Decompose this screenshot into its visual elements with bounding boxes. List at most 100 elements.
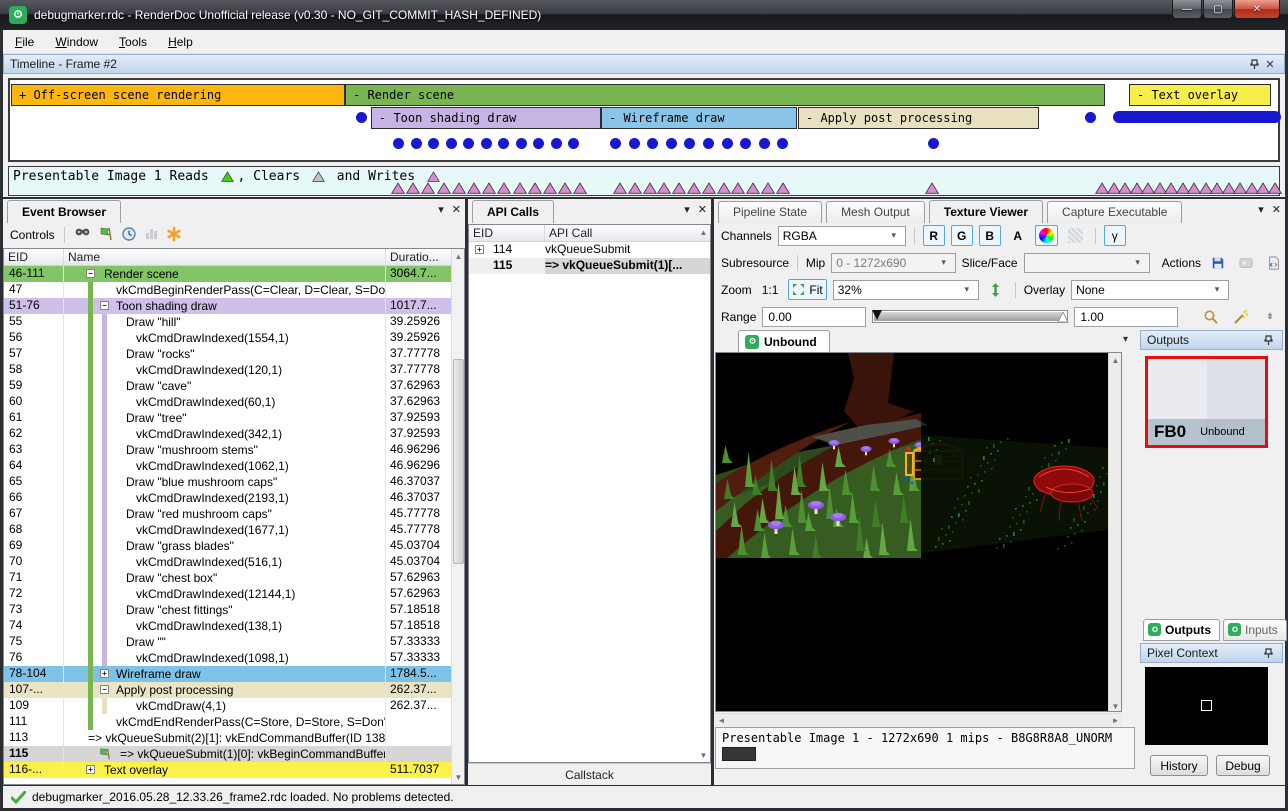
chevron-down-icon[interactable]: ▾: [684, 203, 690, 216]
event-row-69[interactable]: 69Draw "grass blades"45.03704: [4, 538, 451, 554]
api-calls-columns[interactable]: EID API Call: [469, 225, 710, 242]
event-row-70[interactable]: 70vkCmdDrawIndexed(516,1)45.03704: [4, 554, 451, 570]
time-clock-icon[interactable]: [121, 226, 137, 245]
event-row-107-...[interactable]: 107-...−Apply post processing262.37...: [4, 682, 451, 698]
menu-tools[interactable]: Tools: [110, 32, 156, 52]
event-row-65[interactable]: 65Draw "blue mushroom caps"46.37037: [4, 474, 451, 490]
timeline-marker[interactable]: - Apply post processing: [798, 107, 1039, 129]
timeline-marker[interactable]: - Render scene: [345, 84, 1105, 106]
checkerboard-button[interactable]: [1064, 225, 1087, 246]
channels-select[interactable]: RGBA▾: [778, 226, 906, 246]
expand-toggle[interactable]: +: [86, 765, 95, 774]
event-row-47[interactable]: 47vkCmdBeginRenderPass(C=Clear, D=Clear,…: [4, 282, 451, 298]
pin-icon[interactable]: [1246, 57, 1262, 71]
collapse-toggle[interactable]: −: [100, 685, 109, 694]
channel-a-button[interactable]: A: [1007, 225, 1029, 246]
slice-face-select[interactable]: ▾: [1024, 253, 1150, 273]
event-row-72[interactable]: 72vkCmdDrawIndexed(12144,1)57.62963: [4, 586, 451, 602]
maximize-button[interactable]: ▢: [1203, 0, 1233, 19]
api-call-row-114[interactable]: +114vkQueueSubmit: [469, 242, 710, 258]
chevron-down-icon[interactable]: ▾: [438, 203, 444, 216]
export-image-icon[interactable]: [1235, 252, 1257, 273]
find-icon[interactable]: [74, 226, 91, 244]
zoom-range-icon[interactable]: [1199, 306, 1223, 327]
event-row-60[interactable]: 60vkCmdDrawIndexed(60,1)37.62963: [4, 394, 451, 410]
event-row-63[interactable]: 63Draw "mushroom stems"46.96296: [4, 442, 451, 458]
tab-current-texture[interactable]: Unbound: [738, 330, 830, 352]
collapse-toggle[interactable]: −: [86, 269, 95, 278]
tab-capture-executable[interactable]: Capture Executable: [1047, 201, 1182, 223]
tab-inputs[interactable]: Inputs: [1223, 619, 1287, 641]
event-row-71[interactable]: 71Draw "chest box"57.62963: [4, 570, 451, 586]
gamma-button[interactable]: γ: [1104, 225, 1126, 246]
channel-b-button[interactable]: B: [979, 225, 1001, 246]
event-row-46-111[interactable]: 46-111−Render scene3064.7...: [4, 266, 451, 282]
timeline-marker[interactable]: + Off-screen scene rendering: [11, 84, 345, 106]
close-icon[interactable]: ✕: [698, 203, 707, 216]
minimize-button[interactable]: —: [1172, 0, 1202, 19]
api-call-row-115[interactable]: 115=> vkQueueSubmit(1)[...: [469, 258, 710, 274]
event-row-59[interactable]: 59Draw "cave"37.62963: [4, 378, 451, 394]
timeline-marker[interactable]: - Text overlay: [1129, 84, 1271, 106]
bookmark-flag-icon[interactable]: [98, 226, 114, 245]
title-bar[interactable]: debugmarker.rdc - RenderDoc Unofficial r…: [0, 0, 1288, 30]
event-row-74[interactable]: 74vkCmdDrawIndexed(138,1)57.18518: [4, 618, 451, 634]
tab-texture-viewer[interactable]: Texture Viewer: [929, 200, 1043, 223]
timeline-marker[interactable]: - Toon shading draw: [371, 107, 601, 129]
tab-api-calls[interactable]: API Calls: [472, 200, 554, 223]
event-row-64[interactable]: 64vkCmdDrawIndexed(1062,1)46.96296: [4, 458, 451, 474]
range-max-input[interactable]: 1.00: [1074, 307, 1178, 327]
texture-viewport[interactable]: ▲ ▼: [715, 352, 1122, 712]
event-row-56[interactable]: 56vkCmdDrawIndexed(1554,1)39.25926: [4, 330, 451, 346]
save-icon[interactable]: [1207, 252, 1229, 273]
event-browser-columns[interactable]: EID Name Duratio...: [4, 249, 464, 266]
tab-mesh-output[interactable]: Mesh Output: [826, 201, 925, 223]
event-row-57[interactable]: 57Draw "rocks"37.77778: [4, 346, 451, 362]
event-row-66[interactable]: 66vkCmdDrawIndexed(2193,1)46.37037: [4, 490, 451, 506]
tab-event-browser[interactable]: Event Browser: [7, 200, 121, 223]
zoom-fit-button[interactable]: Fit: [788, 279, 826, 300]
pin-icon[interactable]: [1260, 333, 1276, 347]
debug-button[interactable]: Debug: [1216, 755, 1270, 776]
viewport-hscrollbar[interactable]: ◄ ►: [715, 713, 1122, 726]
event-row-75[interactable]: 75Draw ""57.33333: [4, 634, 451, 650]
event-row-109[interactable]: 109vkCmdDraw(4,1)262.37...: [4, 698, 451, 714]
mip-select[interactable]: 0 - 1272x690▾: [831, 253, 955, 273]
event-row-55[interactable]: 55Draw "hill"39.25926: [4, 314, 451, 330]
timeline-marker[interactable]: - Wireframe draw: [601, 107, 797, 129]
collapse-toggle[interactable]: −: [100, 301, 109, 310]
timeline-canvas[interactable]: + Off-screen scene rendering- Render sce…: [8, 78, 1280, 162]
callstack-section[interactable]: Callstack: [468, 763, 711, 785]
close-icon[interactable]: ✕: [1262, 57, 1278, 71]
zoom-1-1-button[interactable]: 1:1: [758, 279, 783, 300]
star-icon[interactable]: [166, 226, 182, 245]
zoom-level-combo[interactable]: 32%▾: [833, 280, 979, 300]
pin-icon[interactable]: [1260, 646, 1276, 660]
fb0-thumbnail[interactable]: FB0 Unbound: [1145, 356, 1268, 448]
expand-toggle[interactable]: +: [100, 669, 109, 678]
api-calls-vscrollbar[interactable]: ▲ ▼: [697, 225, 710, 762]
channel-g-button[interactable]: G: [951, 225, 973, 246]
event-row-111[interactable]: 111vkCmdEndRenderPass(C=Store, D=Store, …: [4, 714, 451, 730]
chevron-down-icon[interactable]: ▾: [1258, 203, 1264, 216]
menu-help[interactable]: Help: [159, 32, 202, 52]
close-button[interactable]: ✕: [1234, 0, 1280, 19]
menu-window[interactable]: Window: [46, 32, 107, 52]
open-code-icon[interactable]: [1263, 252, 1285, 273]
close-icon[interactable]: ✕: [1272, 203, 1281, 216]
flip-y-icon[interactable]: [985, 279, 1007, 300]
event-browser-vscrollbar[interactable]: ▲ ▼: [451, 249, 464, 784]
event-row-61[interactable]: 61Draw "tree"37.92593: [4, 410, 451, 426]
pixel-context-view[interactable]: [1145, 667, 1268, 745]
event-row-51-76[interactable]: 51-76−Toon shading draw1017.7...: [4, 298, 451, 314]
range-detail-toggle[interactable]: ⇟: [1259, 306, 1281, 327]
range-min-input[interactable]: 0.00: [762, 307, 866, 327]
history-button[interactable]: History: [1150, 755, 1208, 776]
close-icon[interactable]: ✕: [452, 203, 461, 216]
color-wheel-button[interactable]: [1035, 225, 1058, 246]
event-row-58[interactable]: 58vkCmdDrawIndexed(120,1)37.77778: [4, 362, 451, 378]
tab-outputs[interactable]: Outputs: [1143, 619, 1220, 641]
event-row-73[interactable]: 73Draw "chest fittings"57.18518: [4, 602, 451, 618]
event-row-76[interactable]: 76vkCmdDrawIndexed(1098,1)57.33333: [4, 650, 451, 666]
event-row-116-...[interactable]: 116-...+Text overlay511.7037: [4, 762, 451, 778]
